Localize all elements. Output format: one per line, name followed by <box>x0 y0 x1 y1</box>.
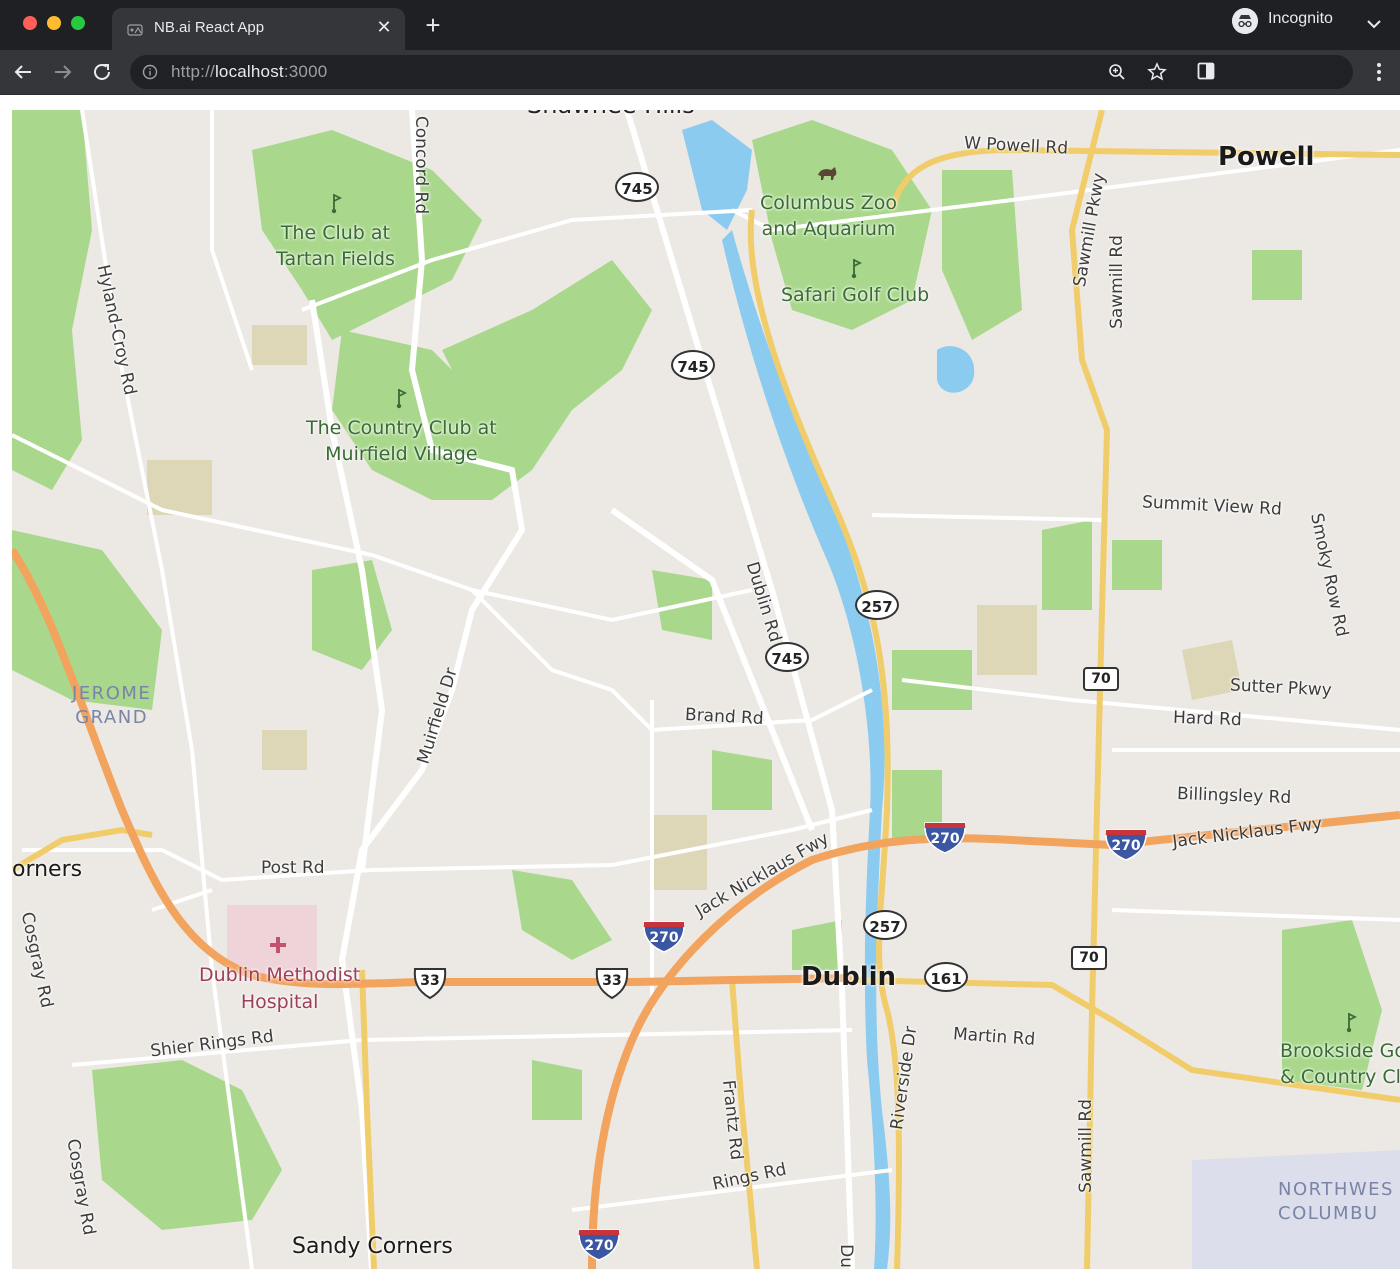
hospital-label: Dublin Methodist Hospital <box>199 962 360 1016</box>
hospital-label-line: Hospital <box>240 991 319 1013</box>
us-33-shield: 33 <box>594 966 630 1000</box>
golf-icon-brookside <box>1346 1013 1357 1033</box>
interstate-270-shield: 270 <box>922 821 968 855</box>
url-scheme: http:// <box>171 62 215 81</box>
route-shield-745: 745 <box>615 172 659 202</box>
street-label-du: Du <box>835 1244 856 1268</box>
browser-tab[interactable]: NB.ai React App ✕ <box>112 8 405 50</box>
interstate-270-shield: 270 <box>641 920 687 954</box>
street-label-sawmill-rd-bottom: Sawmill Rd <box>1075 1099 1096 1193</box>
place-label-line: & Country Cl <box>1280 1066 1400 1088</box>
area-label-line: GRAND <box>75 707 149 728</box>
us-shield-number: 33 <box>420 973 440 989</box>
route-shield-161: 161 <box>924 962 968 992</box>
bookmark-star-icon[interactable] <box>1147 62 1167 82</box>
route-shield-70: 70 <box>1071 946 1107 970</box>
place-label-line: Columbus Zoo <box>760 192 898 214</box>
area-label-line: COLUMBU <box>1278 1203 1379 1224</box>
city-label-corners: orners <box>12 857 83 882</box>
place-label-shawnee: Shawnee Hills <box>527 110 695 118</box>
place-label-tartan: The Club at Tartan Fields <box>276 220 395 272</box>
site-info-icon[interactable] <box>142 64 158 80</box>
golf-icon-safari <box>851 259 862 279</box>
city-label-powell: Powell <box>1218 142 1315 172</box>
place-label-zoo: Columbus Zoo and Aquarium <box>760 190 897 242</box>
url-host: localhost <box>214 62 284 81</box>
street-label-billingsley: Billingsley Rd <box>1176 784 1292 808</box>
interstate-shield-number: 270 <box>1111 838 1141 854</box>
page-viewport: Shawnee Hills The Club at Tartan Fields C… <box>0 95 1400 1269</box>
place-label-safari: Safari Golf Club <box>781 284 930 306</box>
url-port: :3000 <box>283 62 328 81</box>
route-shield-70: 70 <box>1083 667 1119 691</box>
browser-toolbar: http://localhost:3000 Incognito <box>0 8 1400 95</box>
us-33-shield: 33 <box>412 966 448 1000</box>
hospital-cross-icon <box>270 937 286 953</box>
maximize-window-button[interactable] <box>71 16 85 30</box>
interstate-shield-number: 270 <box>649 930 679 946</box>
area-label-northwest: NORTHWES COLUMBU <box>1278 1178 1394 1226</box>
golf-icon-muirfield <box>396 389 407 409</box>
place-label-line: Tartan Fields <box>276 248 395 270</box>
zoo-animal-icon <box>818 167 837 180</box>
us-shield-number: 33 <box>602 973 622 989</box>
incognito-indicator[interactable]: Incognito <box>1230 6 1348 34</box>
golf-icon-tartan <box>331 194 342 214</box>
tab-close-icon[interactable]: ✕ <box>373 17 395 39</box>
area-label-line: NORTHWES <box>1278 1179 1394 1200</box>
zoom-icon[interactable] <box>1108 63 1126 81</box>
place-label-line: Muirfield Village <box>325 443 478 465</box>
street-label-concord: Concord Rd <box>411 115 432 215</box>
place-label-brookside: Brookside Go & Country Cl <box>1280 1038 1400 1090</box>
interstate-270-shield: 270 <box>1103 828 1149 862</box>
tab-search-chevron-icon[interactable] <box>1364 14 1384 34</box>
interstate-shield-number: 270 <box>584 1238 614 1254</box>
place-label-muirfield: The Country Club at Muirfield Village <box>306 415 497 467</box>
place-label-line: and Aquarium <box>761 218 896 240</box>
street-label-brand: Brand Rd <box>684 704 765 730</box>
street-label-post: Post Rd <box>261 858 325 878</box>
street-label-sawmill-rd-top: Sawmill Rd <box>1106 235 1127 329</box>
side-panel-icon[interactable] <box>1197 62 1215 80</box>
area-label-line: JEROME <box>72 683 152 704</box>
route-shield-257: 257 <box>855 590 899 620</box>
city-label-sandy-corners: Sandy Corners <box>292 1234 453 1259</box>
forward-arrow-icon[interactable] <box>51 60 75 84</box>
back-arrow-icon[interactable] <box>11 60 35 84</box>
close-window-button[interactable] <box>23 16 37 30</box>
favicon-icon <box>127 24 143 36</box>
city-label-dublin: Dublin <box>801 962 897 992</box>
map-graphics <box>12 110 1400 1269</box>
reload-icon[interactable] <box>90 60 114 84</box>
route-shield-257: 257 <box>863 910 907 940</box>
minimize-window-button[interactable] <box>47 16 61 30</box>
incognito-icon <box>1232 8 1258 34</box>
route-shield-745: 745 <box>671 350 715 380</box>
area-label-jerome: JEROME GRAND <box>72 682 151 730</box>
map-canvas[interactable]: Shawnee Hills The Club at Tartan Fields C… <box>12 110 1400 1269</box>
street-label-hard: Hard Rd <box>1172 707 1243 731</box>
incognito-label: Incognito <box>1268 10 1333 27</box>
hospital-label-line: Dublin Methodist <box>199 964 361 986</box>
place-label-line: The Club at <box>280 222 390 244</box>
browser-window: NB.ai React App ✕ + http://localhost:300… <box>0 0 1400 1269</box>
title-bar: NB.ai React App ✕ + <box>0 0 1400 50</box>
place-label-line: The Country Club at <box>306 417 497 439</box>
interstate-270-shield: 270 <box>576 1228 622 1262</box>
more-menu-icon[interactable] <box>1376 61 1382 83</box>
url-text: http://localhost:3000 <box>171 62 327 82</box>
route-shield-745: 745 <box>765 642 809 672</box>
new-tab-button[interactable]: + <box>420 12 446 38</box>
place-label-line: Brookside Go <box>1280 1040 1400 1062</box>
interstate-shield-number: 270 <box>930 831 960 847</box>
address-bar[interactable]: http://localhost:3000 <box>130 55 1353 89</box>
tab-title: NB.ai React App <box>154 19 265 36</box>
